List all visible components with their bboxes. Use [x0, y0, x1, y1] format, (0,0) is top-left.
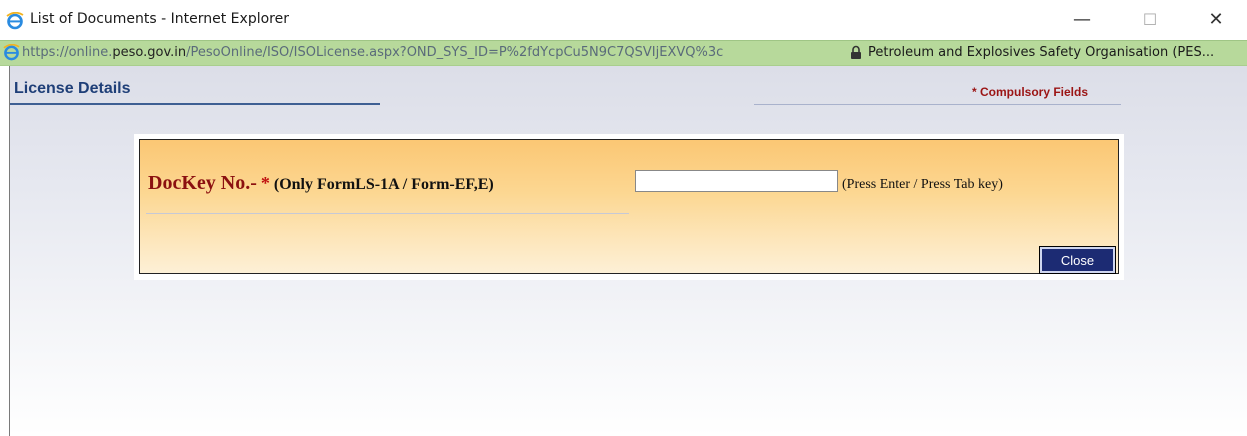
dockey-label: DocKey No.- * (Only FormLS-1A / Form-EF,…	[148, 172, 494, 195]
close-button[interactable]: Close	[1039, 246, 1116, 274]
compulsory-underline	[754, 104, 1121, 105]
compulsory-fields-note: * Compulsory Fields	[972, 85, 1089, 99]
close-window-button[interactable]: ✕	[1193, 6, 1239, 34]
address-bar[interactable]: https://online.peso.gov.in/PesoOnline/IS…	[0, 40, 1247, 66]
minimize-button[interactable]: —	[1059, 6, 1105, 34]
dockey-hint: (Press Enter / Press Tab key)	[842, 177, 1003, 192]
dockey-input[interactable]	[635, 170, 838, 192]
page-title: License Details	[14, 80, 131, 97]
title-underline	[10, 103, 380, 105]
url-domain: peso.gov.in	[112, 45, 187, 60]
window-title: List of Documents - Internet Explorer	[30, 11, 289, 27]
dockey-panel: DocKey No.- * (Only FormLS-1A / Form-EF,…	[139, 139, 1119, 274]
dockey-label-main: DocKey No.-	[148, 172, 257, 194]
internet-explorer-icon	[6, 11, 24, 30]
site-identity[interactable]: Petroleum and Explosives Safety Organisa…	[868, 45, 1214, 60]
address-url[interactable]: https://online.peso.gov.in/PesoOnline/IS…	[22, 45, 723, 60]
dockey-panel-frame: DocKey No.- * (Only FormLS-1A / Form-EF,…	[134, 134, 1124, 280]
lock-icon	[850, 45, 862, 61]
dockey-label-sub: (Only FormLS-1A / Form-EF,E)	[273, 176, 494, 193]
window-titlebar: List of Documents - Internet Explorer — …	[0, 0, 1247, 40]
maximize-button[interactable]: ☐	[1127, 6, 1173, 34]
required-marker: *	[260, 173, 270, 193]
page-content: License Details * Compulsory Fields DocK…	[9, 66, 1247, 436]
url-prefix: https://online.	[22, 45, 113, 60]
label-divider	[146, 213, 629, 214]
internet-explorer-icon	[3, 43, 20, 61]
url-path: /PesoOnline/ISO/ISOLicense.aspx?OND_SYS_…	[186, 45, 724, 60]
